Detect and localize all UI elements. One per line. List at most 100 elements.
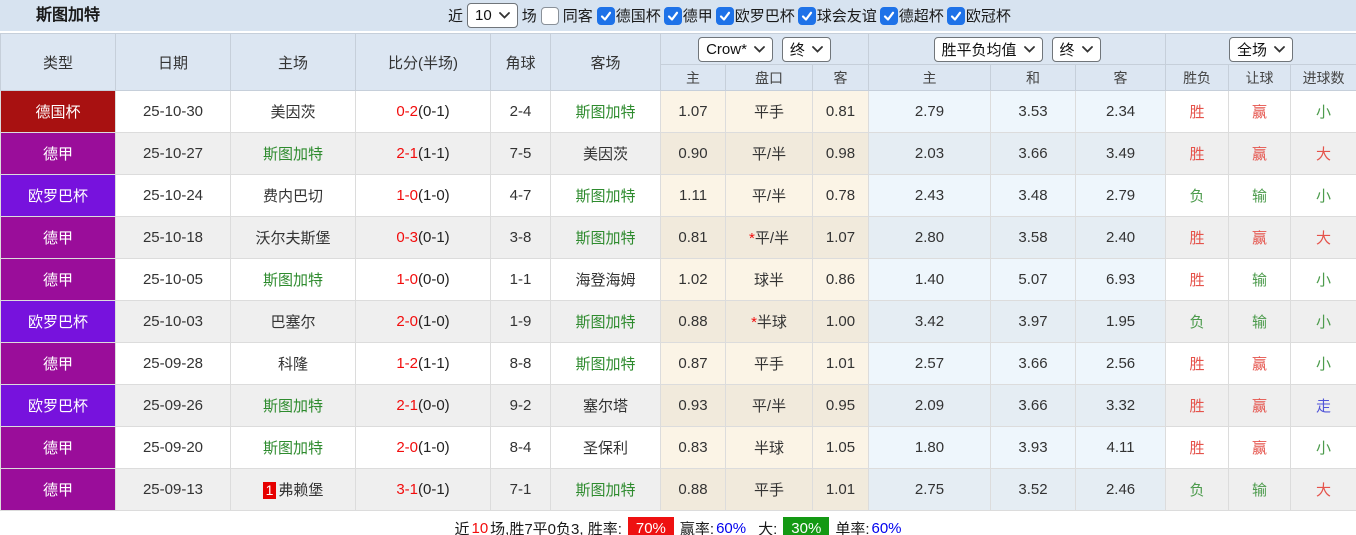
result-cell: 胜 xyxy=(1165,132,1230,175)
away-team-cell: 斯图加特 xyxy=(550,174,661,217)
handicap-away-odds-cell: 0.78 xyxy=(811,174,870,217)
avg-time-select[interactable]: 终 xyxy=(1051,36,1101,62)
check-icon xyxy=(883,11,894,21)
league-cell: 德国杯 xyxy=(0,90,116,133)
avg-away-odds-cell: 4.11 xyxy=(1075,426,1167,469)
date-cell: 25-09-20 xyxy=(115,426,231,469)
handicap-away-odds-cell: 1.07 xyxy=(811,216,870,259)
score-cell: 1-0(1-0) xyxy=(355,174,491,217)
letball-result-cell: 赢 xyxy=(1228,426,1292,469)
corners-cell: 9-2 xyxy=(490,384,551,427)
avg-away-odds-cell: 1.95 xyxy=(1075,300,1167,343)
handicap-away-odds-cell: 1.05 xyxy=(811,426,870,469)
filter-checkbox-item[interactable]: 德甲 xyxy=(663,5,713,26)
table-row: 德甲 25-10-18 沃尔夫斯堡 0-3(0-1) 3-8 斯图加特 0.81 *平/半 1.… xyxy=(0,216,1356,259)
filter-label: 欧冠杯 xyxy=(965,8,1011,25)
col-header-corners: 角球 xyxy=(490,33,551,91)
date-cell: 25-10-30 xyxy=(115,90,231,133)
checkbox-checked-icon[interactable] xyxy=(663,6,682,25)
sub-header-avg-away: 客 xyxy=(1075,64,1167,91)
avg-home-odds-cell: 3.42 xyxy=(868,300,992,343)
avg-draw-odds-cell: 3.52 xyxy=(990,468,1077,511)
letball-result-cell: 输 xyxy=(1228,174,1292,217)
avg-away-odds-cell: 3.49 xyxy=(1075,132,1167,175)
away-team-cell: 海登海姆 xyxy=(550,258,661,301)
avg-draw-odds-cell: 3.93 xyxy=(990,426,1077,469)
table-row: 德甲 25-10-05 斯图加特 1-0(0-0) 1-1 海登海姆 1.02 球半 0.86 1… xyxy=(0,258,1356,301)
filter-checkbox-item[interactable]: 德超杯 xyxy=(879,5,944,26)
summary-near-count: 10 xyxy=(471,519,489,535)
home-team-cell: 斯图加特 xyxy=(230,132,356,175)
filter-checkbox-item[interactable]: 球会友谊 xyxy=(797,5,877,26)
col-header-date: 日期 xyxy=(115,33,231,91)
sub-header-odds-home: 主 xyxy=(660,64,726,91)
result-cell: 胜 xyxy=(1165,90,1230,133)
avg-home-odds-cell: 1.40 xyxy=(868,258,992,301)
matches-table: 类型 日期 主场 比分(半场) 角球 客场 Crow* 终 胜平负均值 终 全场… xyxy=(0,33,1356,511)
odds-group-header: Crow* 终 xyxy=(659,33,870,65)
handicap-away-odds-cell: 0.95 xyxy=(811,384,870,427)
home-team-cell: 1 弗赖堡 xyxy=(230,468,356,511)
win-rate-badge: 70% xyxy=(627,516,674,535)
away-team-cell: 斯图加特 xyxy=(550,468,661,511)
date-cell: 25-10-18 xyxy=(115,216,231,259)
handicap-away-odds-cell: 1.01 xyxy=(811,468,870,511)
match-count-select[interactable]: 10 xyxy=(467,3,518,28)
scope-select[interactable]: 全场 xyxy=(1229,36,1294,62)
table-row: 德甲 25-09-20 斯图加特 2-0(1-0) 8-4 圣保利 0.83 半球 1.05 1.… xyxy=(0,426,1356,469)
big-rate-label: 大: xyxy=(758,520,778,535)
away-team-cell: 斯图加特 xyxy=(550,90,661,133)
score-cell: 2-0(1-0) xyxy=(355,300,491,343)
chevron-down-icon xyxy=(1274,45,1285,53)
check-icon xyxy=(667,11,678,21)
league-cell: 欧罗巴杯 xyxy=(0,384,116,427)
handicap-away-odds-cell: 0.98 xyxy=(811,132,870,175)
corners-cell: 4-7 xyxy=(490,174,551,217)
filter-label: 球会友谊 xyxy=(816,8,877,25)
sub-header-handicap: 盘口 xyxy=(725,64,813,91)
goals-result-cell: 大 xyxy=(1290,132,1356,175)
letball-result-cell: 赢 xyxy=(1228,132,1292,175)
handicap-line-cell: 平/半 xyxy=(725,384,813,427)
score-cell: 3-1(0-1) xyxy=(355,468,491,511)
away-team-cell: 塞尔塔 xyxy=(550,384,661,427)
sub-header-odds-away: 客 xyxy=(811,64,870,91)
checkbox-checked-icon[interactable] xyxy=(879,6,898,25)
home-team-cell: 费内巴切 xyxy=(230,174,356,217)
col-header-type: 类型 xyxy=(0,33,116,91)
home-team-cell: 斯图加特 xyxy=(230,384,356,427)
handicap-home-odds-cell: 1.07 xyxy=(660,90,726,133)
league-cell: 德甲 xyxy=(0,132,116,175)
table-row: 德甲 25-10-27 斯图加特 2-1(1-1) 7-5 美因茨 0.90 平/半 0.98 2… xyxy=(0,132,1356,175)
handicap-home-odds-cell: 0.93 xyxy=(660,384,726,427)
avg-type-select[interactable]: 胜平负均值 xyxy=(933,36,1043,62)
filter-label: 德甲 xyxy=(682,8,713,25)
checkbox-checked-icon[interactable] xyxy=(596,6,615,25)
avg-away-odds-cell: 3.32 xyxy=(1075,384,1167,427)
odds-company-select[interactable]: Crow* xyxy=(698,36,773,62)
league-cell: 欧罗巴杯 xyxy=(0,300,116,343)
checkbox-checked-icon[interactable] xyxy=(946,6,965,25)
goals-result-cell: 走 xyxy=(1290,384,1356,427)
odds-time-select[interactable]: 终 xyxy=(781,36,831,62)
corners-cell: 2-4 xyxy=(490,90,551,133)
same-opponent-checkbox[interactable] xyxy=(540,6,559,25)
checkbox-checked-icon[interactable] xyxy=(797,6,816,25)
away-team-cell: 美因茨 xyxy=(550,132,661,175)
filter-checkbox-item[interactable]: 欧冠杯 xyxy=(946,5,1011,26)
league-cell: 德甲 xyxy=(0,426,116,469)
filter-checkbox-item[interactable]: 德国杯 xyxy=(596,5,661,26)
score-cell: 1-2(1-1) xyxy=(355,342,491,385)
filter-checkbox-item[interactable]: 欧罗巴杯 xyxy=(715,5,795,26)
near-label: 近 xyxy=(448,8,464,25)
summary-text: 场,胜7平0负3, 胜率: xyxy=(490,520,622,535)
checkbox-checked-icon[interactable] xyxy=(715,6,734,25)
league-badge: 德甲 xyxy=(1,343,115,384)
away-team-cell: 圣保利 xyxy=(550,426,661,469)
handicap-away-odds-cell: 0.81 xyxy=(811,90,870,133)
col-header-score: 比分(半场) xyxy=(355,33,491,91)
league-cell: 德甲 xyxy=(0,468,116,511)
goals-result-cell: 小 xyxy=(1290,90,1356,133)
away-team-cell: 斯图加特 xyxy=(550,216,661,259)
avg-away-odds-cell: 2.34 xyxy=(1075,90,1167,133)
